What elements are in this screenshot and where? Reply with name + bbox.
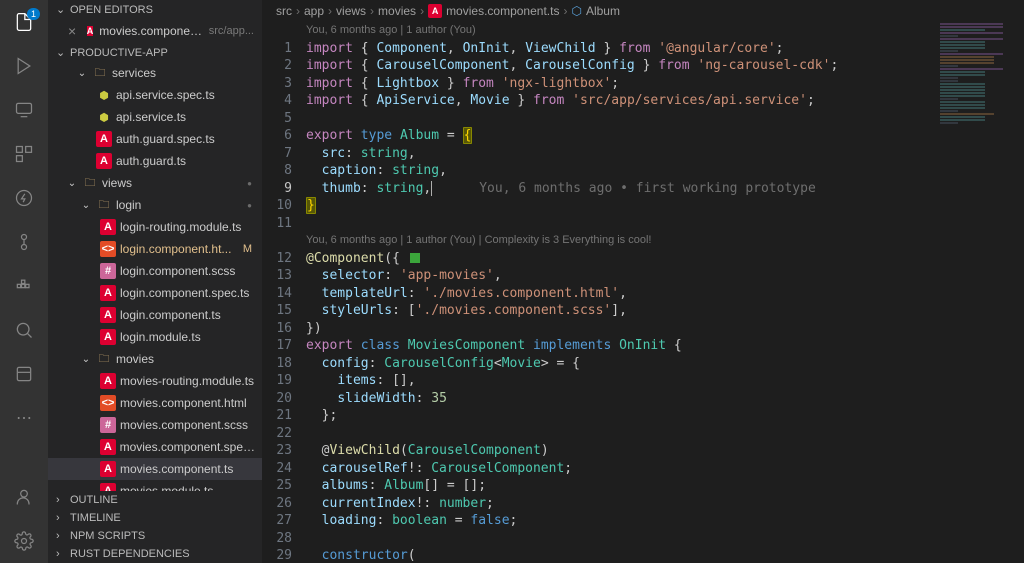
docker-icon[interactable] xyxy=(12,274,36,298)
thunder-icon[interactable] xyxy=(12,186,36,210)
angular-icon: A xyxy=(100,285,116,301)
folder-open-icon: 🗀 xyxy=(96,197,112,213)
file-login-scss[interactable]: #login.component.scss xyxy=(48,260,262,282)
file-auth-guard[interactable]: Aauth.guard.ts xyxy=(48,150,262,172)
file-movies-html[interactable]: <>movies.component.html xyxy=(48,392,262,414)
breadcrumbs[interactable]: src› app› views› movies› A movies.compon… xyxy=(262,0,1024,22)
settings-icon[interactable] xyxy=(12,529,36,553)
code-editor[interactable]: You, 6 months ago | 1 author (You) 1impo… xyxy=(262,22,1024,563)
folder-movies[interactable]: ⌄🗀movies xyxy=(48,348,262,370)
file-api-service[interactable]: ⬢api.service.ts xyxy=(48,106,262,128)
minimap[interactable] xyxy=(934,22,1024,563)
scss-icon: # xyxy=(100,263,116,279)
file-login-ts[interactable]: Alogin.component.ts xyxy=(48,304,262,326)
rust-header[interactable]: ›Rust Dependencies xyxy=(48,545,262,563)
folder-views[interactable]: ⌄🗀views● xyxy=(48,172,262,194)
angular-icon: A xyxy=(100,373,116,389)
angular-icon: A xyxy=(87,26,94,36)
angular-icon: A xyxy=(100,483,116,491)
account-icon[interactable] xyxy=(12,485,36,509)
open-editor-tab[interactable]: × A movies.component.ts src/app... xyxy=(48,21,262,41)
folder-login[interactable]: ⌄🗀login● xyxy=(48,194,262,216)
codelens[interactable]: You, 6 months ago | 1 author (You) xyxy=(306,22,1024,40)
decorator-gutter-icon xyxy=(410,253,420,263)
file-tree: ⌄🗀services ⬢api.service.spec.ts ⬢api.ser… xyxy=(48,62,262,491)
file-auth-spec[interactable]: Aauth.guard.spec.ts xyxy=(48,128,262,150)
explorer-icon[interactable]: 1 xyxy=(12,10,36,34)
angular-icon: A xyxy=(428,4,442,18)
ts-icon: ⬢ xyxy=(96,87,112,103)
file-movies-ts[interactable]: Amovies.component.ts xyxy=(48,458,262,480)
file-movies-routing[interactable]: Amovies-routing.module.ts xyxy=(48,370,262,392)
file-movies-spec[interactable]: Amovies.component.spec.ts xyxy=(48,436,262,458)
file-login-routing[interactable]: Alogin-routing.module.ts xyxy=(48,216,262,238)
angular-icon: A xyxy=(96,153,112,169)
folder-services[interactable]: ⌄🗀services xyxy=(48,62,262,84)
project-header[interactable]: ⌄productive-app xyxy=(48,43,262,62)
file-login-module[interactable]: Alogin.module.ts xyxy=(48,326,262,348)
file-movies-module[interactable]: Amovies.module.ts xyxy=(48,480,262,491)
project-icon[interactable] xyxy=(12,362,36,386)
codelens[interactable]: You, 6 months ago | 1 author (You) | Com… xyxy=(306,232,1024,250)
angular-icon: A xyxy=(100,329,116,345)
outline-header[interactable]: ›Outline xyxy=(48,491,262,509)
timeline-header[interactable]: ›Timeline xyxy=(48,509,262,527)
remote-icon[interactable] xyxy=(12,98,36,122)
angular-icon: A xyxy=(100,307,116,323)
folder-open-icon: 🗀 xyxy=(82,175,98,191)
ts-icon: ⬢ xyxy=(96,109,112,125)
extensions-icon[interactable] xyxy=(12,142,36,166)
more-icon[interactable]: ⋯ xyxy=(12,406,36,430)
activity-bar: 1 ⋯ xyxy=(0,0,48,563)
angular-icon: A xyxy=(100,219,116,235)
close-icon[interactable]: × xyxy=(68,23,81,39)
angular-icon: A xyxy=(100,461,116,477)
angular-icon: A xyxy=(96,131,112,147)
html-icon: <> xyxy=(100,241,116,257)
html-icon: <> xyxy=(100,395,116,411)
folder-open-icon: 🗀 xyxy=(92,65,108,81)
explorer-sidebar: ⌄Open Editors × A movies.component.ts sr… xyxy=(48,0,262,563)
open-editors-header[interactable]: ⌄Open Editors xyxy=(48,0,262,19)
file-movies-scss[interactable]: #movies.component.scss xyxy=(48,414,262,436)
npm-header[interactable]: ›NPM Scripts xyxy=(48,527,262,545)
git-icon[interactable] xyxy=(12,230,36,254)
angular-icon: A xyxy=(100,439,116,455)
scss-icon: # xyxy=(100,417,116,433)
run-icon[interactable] xyxy=(12,54,36,78)
search-icon[interactable] xyxy=(12,318,36,342)
folder-open-icon: 🗀 xyxy=(96,351,112,367)
explorer-badge: 1 xyxy=(27,8,40,20)
file-login-spec[interactable]: Alogin.component.spec.ts xyxy=(48,282,262,304)
file-api-spec[interactable]: ⬢api.service.spec.ts xyxy=(48,84,262,106)
git-blame-annotation: You, 6 months ago • first working protot… xyxy=(479,181,816,196)
editor-area: src› app› views› movies› A movies.compon… xyxy=(262,0,1024,563)
file-login-html[interactable]: <>login.component.ht...M xyxy=(48,238,262,260)
